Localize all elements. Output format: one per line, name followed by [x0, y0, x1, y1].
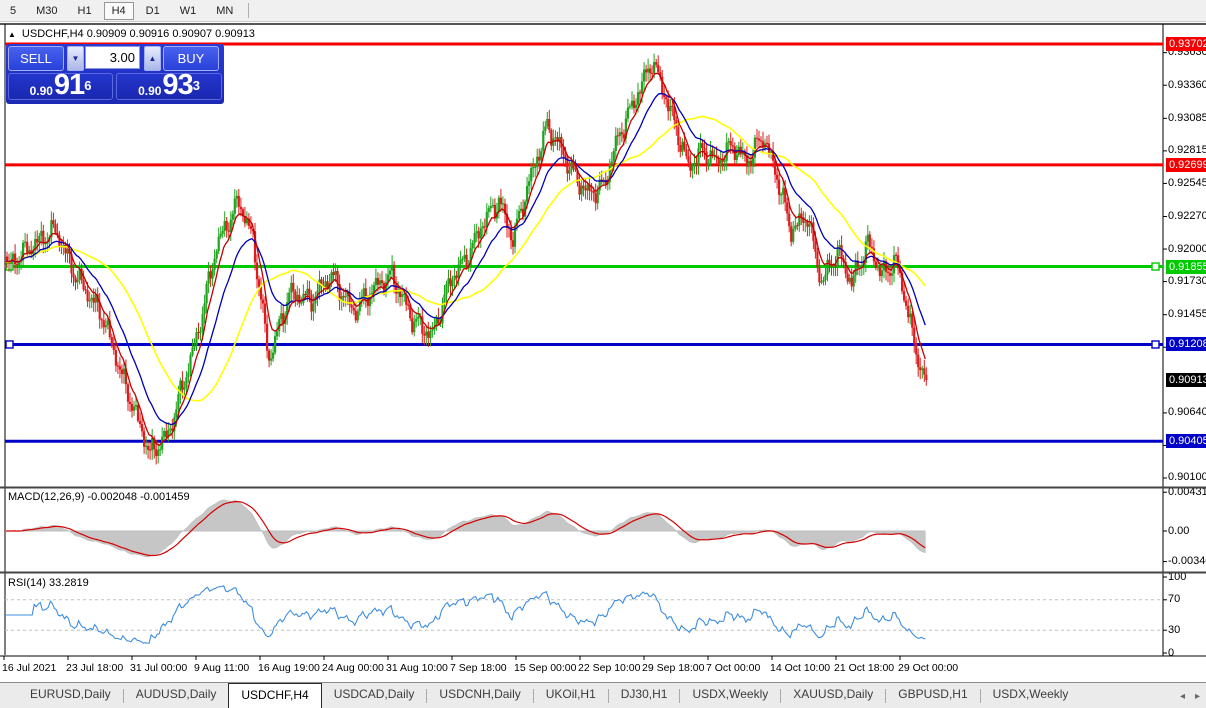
sell-button[interactable]: SELL — [8, 46, 64, 71]
rsi-line — [6, 586, 925, 643]
buy-price-display[interactable]: 0.90933 — [116, 73, 222, 100]
sell-price-display[interactable]: 0.90916 — [8, 73, 113, 100]
chart-canvas[interactable] — [0, 0, 1206, 708]
chevron-up-icon: ▲ — [149, 54, 157, 63]
sell-price-sup: 6 — [84, 74, 91, 98]
level-handle-left-0.91208[interactable] — [6, 341, 13, 348]
level-price-label-0.91208: 0.91208 — [1166, 337, 1206, 351]
macd-histogram — [6, 500, 925, 557]
collapse-panel-icon[interactable]: ▲ — [8, 30, 16, 39]
current-price-label: 0.90913 — [1166, 373, 1206, 387]
rsi-label: RSI(14) 33.2819 — [8, 577, 89, 589]
volume-increase-button[interactable]: ▲ — [144, 46, 161, 71]
sell-price-prefix: 0.90 — [30, 84, 53, 98]
symbol-ohlc-text: USDCHF,H4 0.90909 0.90916 0.90907 0.9091… — [22, 28, 255, 40]
one-click-trading-panel: SELL ▼ ▲ BUY 0.90916 0.90933 — [6, 44, 224, 104]
candle-bodies-down — [7, 62, 926, 456]
level-price-label-0.92699: 0.92699 — [1166, 158, 1206, 172]
buy-button[interactable]: BUY — [163, 46, 219, 71]
sell-price-big: 91 — [54, 73, 84, 98]
chart-header: ▲ USDCHF,H4 0.90909 0.90916 0.90907 0.90… — [8, 28, 255, 40]
buy-price-sup: 3 — [193, 74, 200, 98]
buy-price-prefix: 0.90 — [138, 84, 161, 98]
level-handle-right-0.91855[interactable] — [1152, 263, 1159, 270]
level-handle-right-0.91208[interactable] — [1152, 341, 1159, 348]
level-price-label-0.93702: 0.93702 — [1166, 37, 1206, 51]
macd-label: MACD(12,26,9) -0.002048 -0.001459 — [8, 491, 190, 503]
chevron-down-icon: ▼ — [72, 54, 80, 63]
level-price-label-0.90405: 0.90405 — [1166, 434, 1206, 448]
level-price-label-0.91855: 0.91855 — [1166, 260, 1206, 274]
trading-platform-window: 5M30H1H4D1W1MN ▲ USDCHF,H4 0.90909 0.909… — [0, 0, 1206, 708]
buy-price-big: 93 — [162, 73, 192, 98]
volume-decrease-button[interactable]: ▼ — [67, 46, 84, 71]
volume-input[interactable] — [85, 46, 140, 69]
